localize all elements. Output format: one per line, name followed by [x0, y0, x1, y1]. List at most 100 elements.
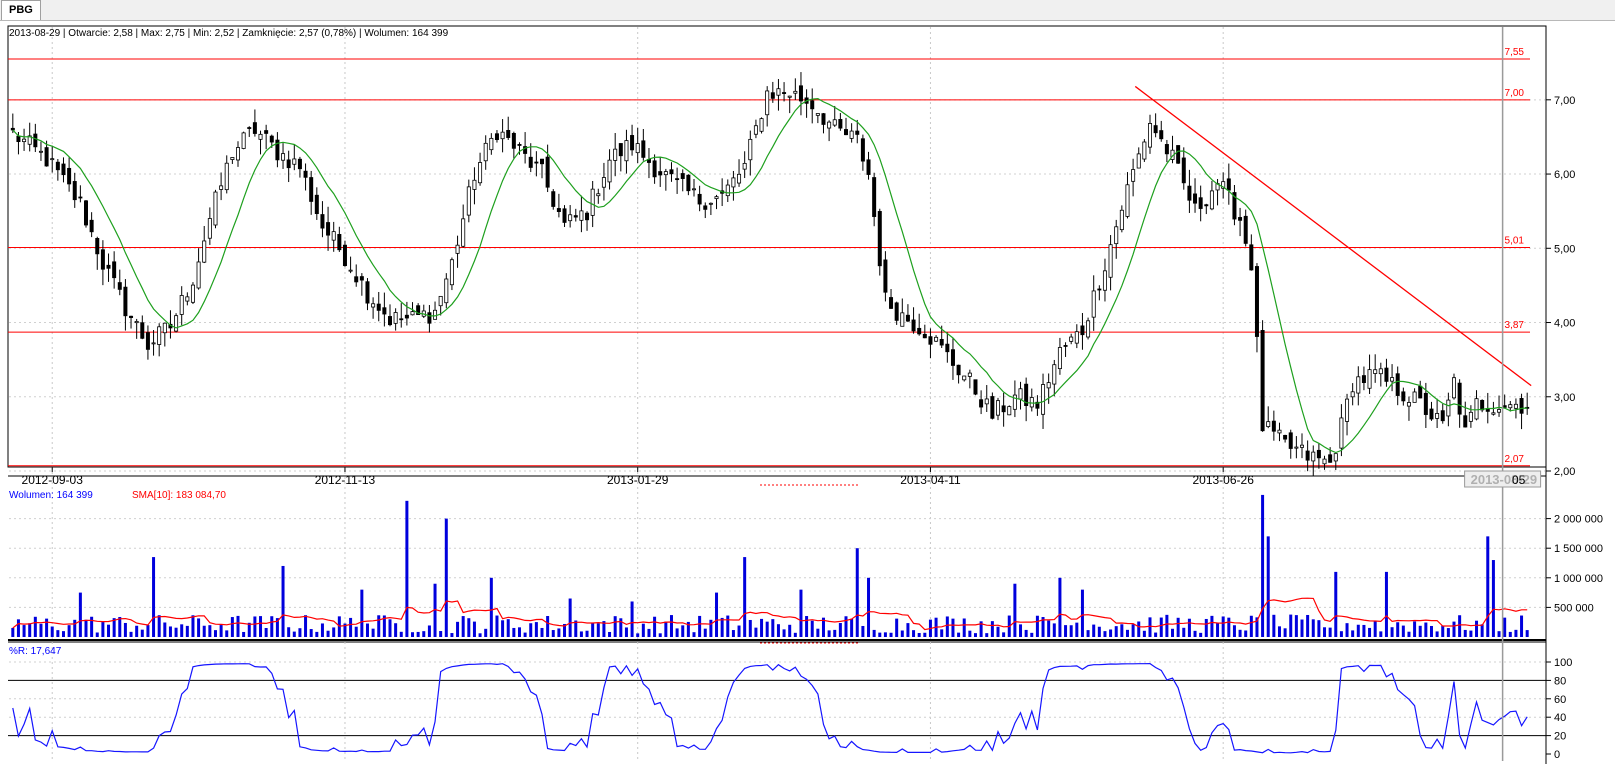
- candle-body: [652, 160, 657, 178]
- volume-bar: [669, 615, 673, 637]
- volume-bar: [1002, 632, 1006, 637]
- volume-bar: [855, 548, 859, 637]
- candle-body: [1395, 373, 1400, 396]
- candle-body: [106, 264, 111, 269]
- volume-bar: [129, 631, 133, 637]
- candle-body: [354, 276, 359, 283]
- candle-body: [708, 202, 713, 205]
- volume-bar: [1294, 615, 1298, 637]
- volume-bar: [1311, 619, 1315, 637]
- candle-body: [174, 315, 179, 332]
- volume-bar: [135, 625, 139, 637]
- candle-body: [1029, 397, 1034, 408]
- candle-body: [10, 127, 15, 131]
- volume-bar: [1401, 625, 1405, 637]
- candle-body: [596, 193, 601, 197]
- candle-body: [511, 132, 516, 149]
- candle-body: [680, 173, 685, 179]
- chart-canvas[interactable]: 2,00 3,00 4,00 5,00 6,00 7,00 500 000 1 000 00…: [0, 21, 1615, 764]
- candle-body: [782, 92, 787, 94]
- candle-body: [1311, 451, 1316, 462]
- candle-body: [962, 375, 967, 381]
- candle-body: [1148, 123, 1153, 148]
- candle-body: [1069, 336, 1074, 342]
- candle-body: [1463, 415, 1468, 428]
- candle-body: [1288, 432, 1293, 449]
- volume-bar: [1238, 629, 1242, 637]
- candle-body: [573, 215, 578, 218]
- candle-body: [1429, 408, 1434, 420]
- candle-body: [1131, 169, 1136, 182]
- volume-bar: [517, 627, 521, 637]
- candle-body: [1136, 153, 1141, 169]
- volume-bar: [1379, 631, 1383, 637]
- candle-body: [844, 129, 849, 136]
- candle-body: [410, 311, 415, 316]
- volume-bar: [16, 619, 20, 637]
- wr-tick-label: 40: [1554, 712, 1566, 724]
- volume-bar: [534, 622, 538, 637]
- candle-body: [359, 276, 364, 281]
- volume-bar: [1480, 624, 1484, 637]
- candle-body: [1164, 144, 1169, 155]
- volume-bar: [101, 622, 105, 637]
- candle-body: [427, 312, 432, 324]
- volume-bar: [1458, 615, 1462, 637]
- volume-bar: [56, 630, 60, 637]
- volume-bar: [1086, 630, 1090, 637]
- candle-body: [1508, 404, 1513, 409]
- candle-body: [1345, 398, 1350, 422]
- candle-body: [568, 214, 573, 222]
- candle-body: [1238, 217, 1243, 221]
- candle-body: [376, 303, 381, 311]
- candle-body: [219, 185, 224, 190]
- volume-bar: [895, 618, 899, 637]
- volume-bar: [754, 627, 758, 637]
- candle-body: [1254, 266, 1259, 337]
- candle-body: [658, 171, 663, 176]
- volume-bar: [354, 626, 358, 637]
- date-tick-label: 2012-09-03: [22, 473, 84, 487]
- volume-bar: [501, 620, 505, 637]
- volume-bar: [467, 618, 471, 637]
- volume-bar: [185, 625, 189, 637]
- volume-bar: [951, 618, 955, 637]
- volume-bar: [1052, 623, 1056, 637]
- volume-bar: [1103, 631, 1107, 637]
- candle-body: [1322, 458, 1327, 465]
- volume-bar: [365, 623, 369, 637]
- level-label: 2,07: [1505, 454, 1525, 465]
- date-tick-label: 2012-11-13: [315, 473, 376, 487]
- volume-bar: [833, 629, 837, 637]
- volume-bar: [320, 623, 324, 637]
- candle-body: [1260, 330, 1265, 432]
- volume-bar: [1396, 622, 1400, 637]
- volume-bar: [1384, 571, 1388, 637]
- volume-bar: [163, 622, 167, 637]
- volume-bar: [416, 631, 420, 637]
- candle-body: [320, 214, 325, 229]
- candle-body: [1350, 391, 1355, 398]
- volume-bar: [1514, 629, 1518, 637]
- volume-bar: [1520, 615, 1524, 637]
- volume-bar: [596, 623, 600, 637]
- volume-bar: [287, 627, 291, 637]
- volume-bar: [962, 618, 966, 637]
- candle-body: [348, 269, 353, 272]
- candle-body: [607, 159, 612, 183]
- volume-bar: [1356, 624, 1360, 637]
- volume-bar: [157, 615, 161, 637]
- volume-bar: [1272, 614, 1276, 637]
- candle-body: [140, 322, 145, 339]
- candle-body: [1007, 406, 1012, 416]
- volume-bar: [259, 616, 263, 637]
- candle-body: [1091, 290, 1096, 318]
- candle-body: [1277, 429, 1282, 434]
- downtrend-line[interactable]: [1134, 85, 1532, 387]
- candle-body: [1480, 399, 1485, 411]
- volume-bar: [1525, 630, 1529, 637]
- tab-ticker[interactable]: PBG: [1, 0, 41, 20]
- candle-body: [770, 92, 775, 99]
- candle-body: [922, 333, 927, 339]
- candle-body: [281, 153, 286, 161]
